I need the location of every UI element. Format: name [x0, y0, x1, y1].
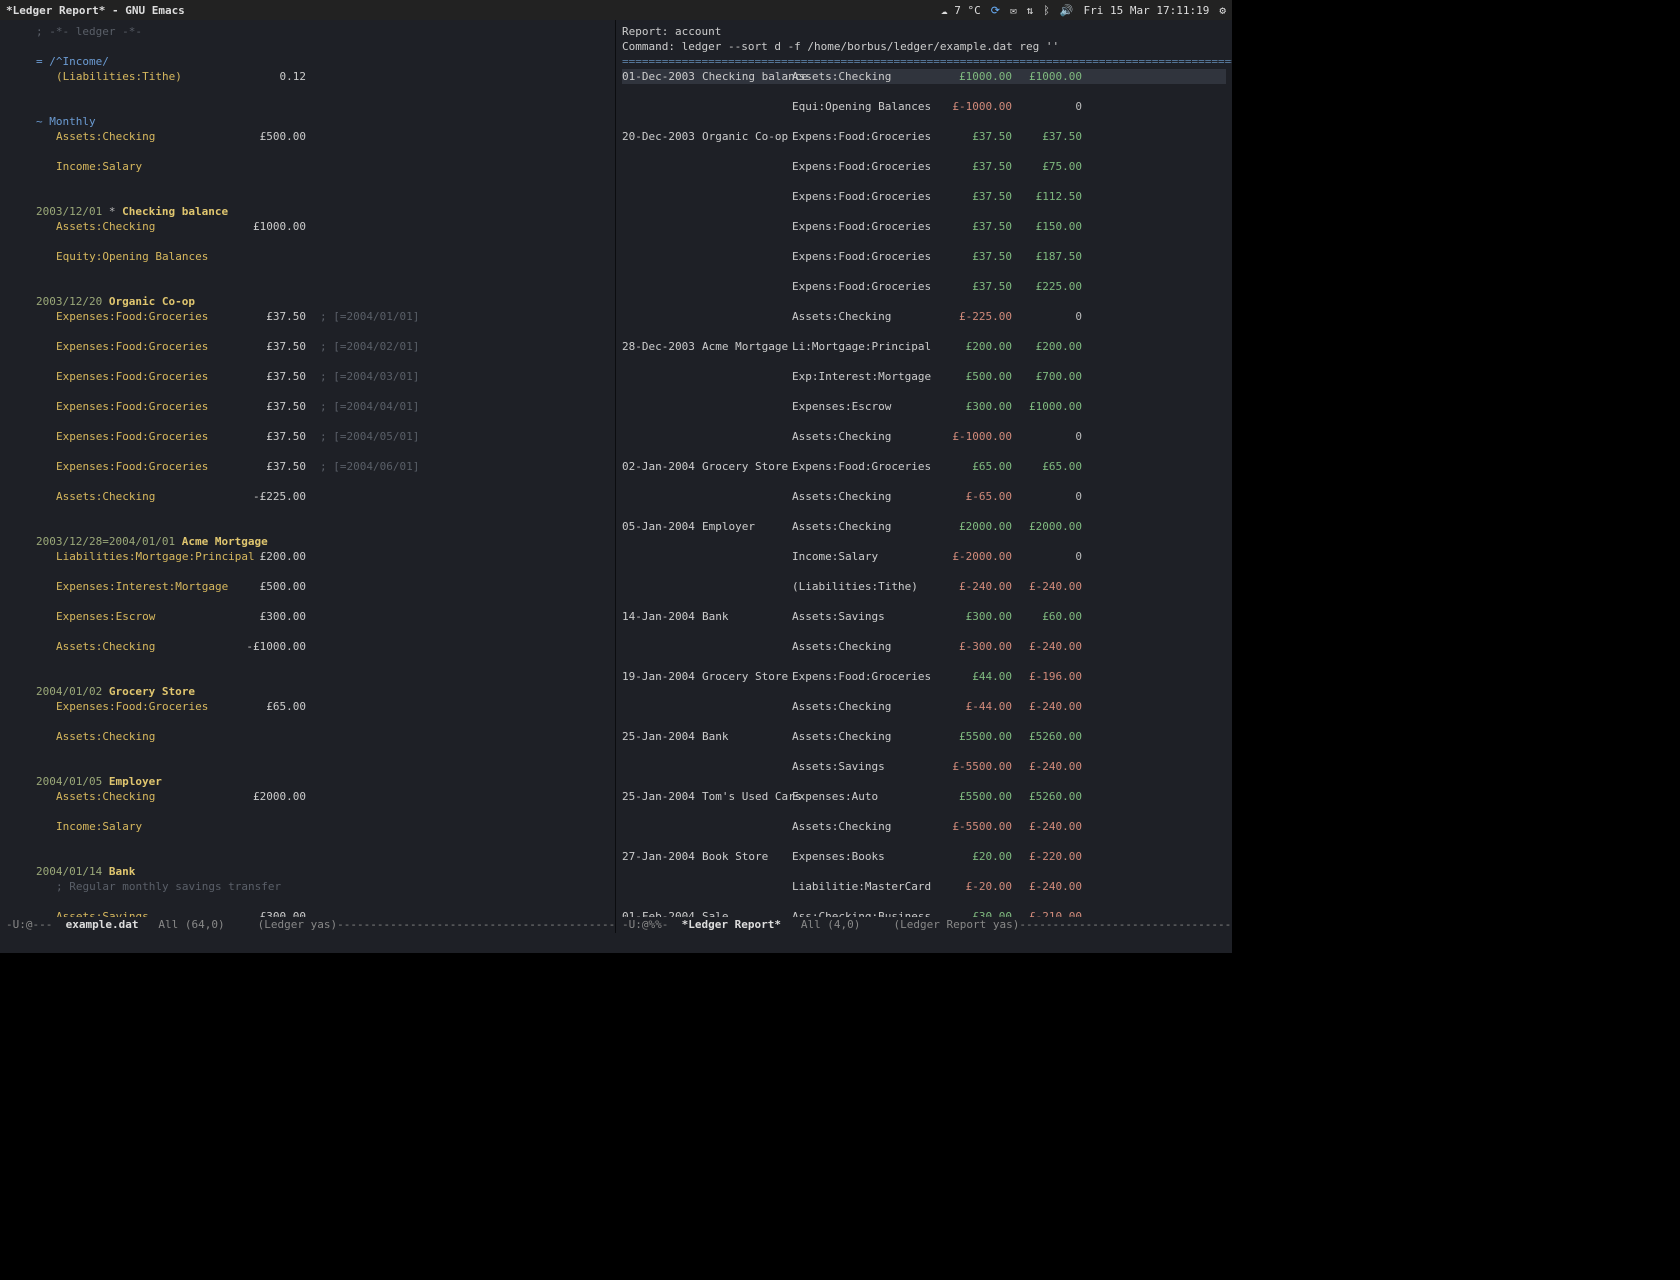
minibuffer[interactable] — [0, 933, 1232, 953]
left-pane[interactable]: ; -*- ledger -*- = /^Income/ (Liabilitie… — [0, 20, 616, 953]
right-pane[interactable]: Report: account Command: ledger --sort d… — [616, 20, 1232, 953]
bluetooth-icon[interactable]: ᛒ — [1043, 3, 1050, 18]
clock: Fri 15 Mar 17:11:19 — [1084, 3, 1210, 18]
ledger-source-buffer[interactable]: ; -*- ledger -*- = /^Income/ (Liabilitie… — [0, 20, 615, 953]
refresh-icon[interactable]: ⟳ — [991, 3, 1000, 18]
network-icon[interactable]: ⇅ — [1027, 3, 1034, 18]
right-modeline: -U:@%%- *Ledger Report* All (4,0) (Ledge… — [616, 917, 1232, 933]
volume-icon[interactable]: 🔊 — [1060, 3, 1074, 18]
ledger-report-buffer[interactable]: Report: account Command: ledger --sort d… — [616, 20, 1232, 953]
mail-icon[interactable]: ✉ — [1010, 3, 1017, 18]
system-tray: ☁ 7 °C ⟳ ✉ ⇅ ᛒ 🔊 Fri 15 Mar 17:11:19 ⚙ — [941, 3, 1226, 18]
desktop-topbar: *Ledger Report* - GNU Emacs ☁ 7 °C ⟳ ✉ ⇅… — [0, 0, 1232, 20]
left-modeline: -U:@--- example.dat All (64,0) (Ledger y… — [0, 917, 615, 933]
settings-gear-icon[interactable]: ⚙ — [1219, 3, 1226, 18]
weather-indicator: ☁ 7 °C — [941, 3, 981, 18]
window-title: *Ledger Report* - GNU Emacs — [6, 3, 185, 18]
